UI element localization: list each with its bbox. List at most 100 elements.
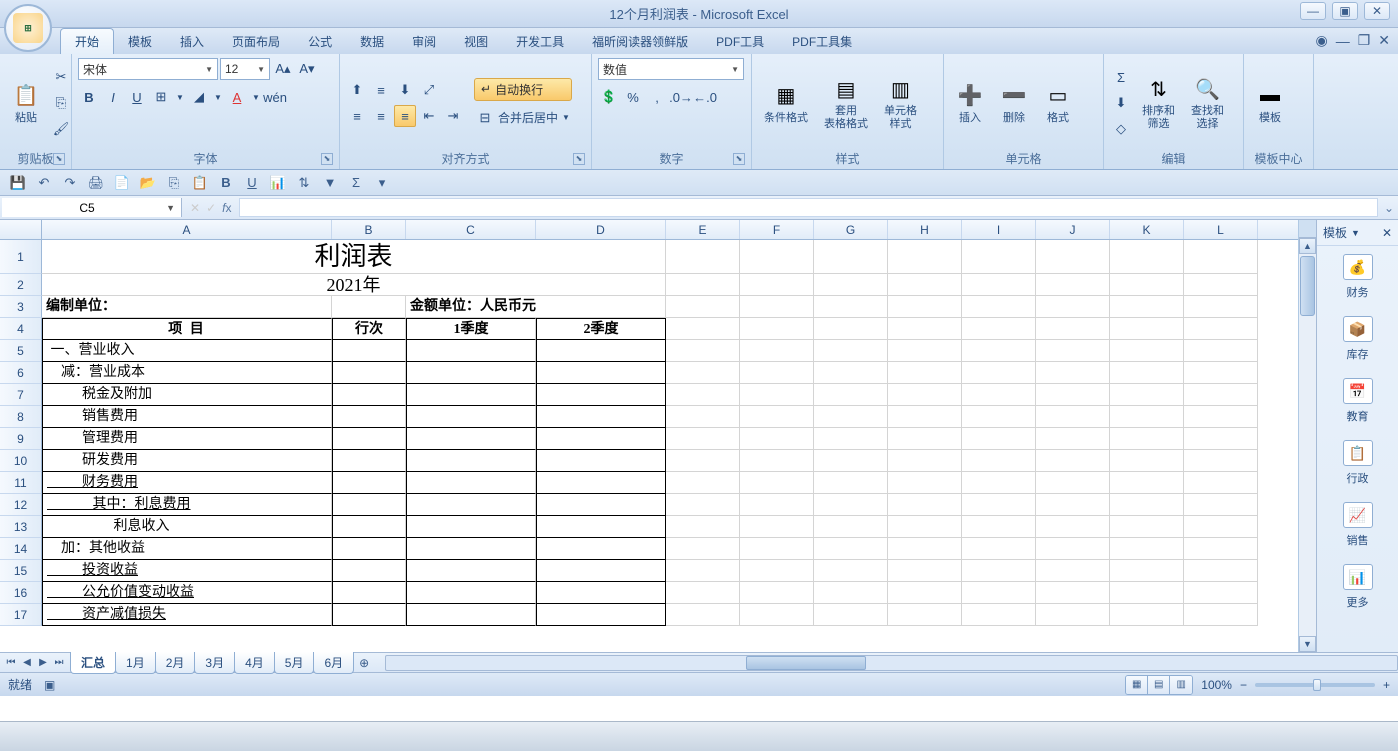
cell[interactable]: 利息收入 <box>42 516 332 538</box>
qat-bold-button[interactable]: B <box>216 173 236 193</box>
cell[interactable] <box>814 582 888 604</box>
cancel-formula-icon[interactable]: ✕ <box>190 201 200 215</box>
cell[interactable] <box>536 384 666 406</box>
border-button[interactable]: ⊞ <box>150 86 172 108</box>
cell[interactable] <box>406 450 536 472</box>
cell[interactable] <box>536 582 666 604</box>
cell[interactable] <box>332 428 406 450</box>
col-header-d[interactable]: D <box>536 220 666 239</box>
cell[interactable] <box>1036 538 1110 560</box>
autosum-button[interactable]: Σ <box>1110 66 1132 88</box>
cell[interactable] <box>1110 560 1184 582</box>
cell[interactable] <box>1184 516 1258 538</box>
sheet-tab[interactable]: 1月 <box>115 652 156 674</box>
worksheet-grid[interactable]: A B C D E F G H I J K L 1利润表22021年3编制单位：… <box>0 220 1298 652</box>
cell[interactable] <box>1184 560 1258 582</box>
cell[interactable] <box>740 340 814 362</box>
find-select-button[interactable]: 🔍查找和 选择 <box>1185 73 1230 133</box>
tab-formulas[interactable]: 公式 <box>294 29 346 54</box>
cell[interactable] <box>814 384 888 406</box>
cell[interactable] <box>332 406 406 428</box>
cell[interactable] <box>1036 362 1110 384</box>
shrink-font-button[interactable]: A▾ <box>296 58 318 80</box>
font-size-combo[interactable]: 12▼ <box>220 58 270 80</box>
cell[interactable] <box>814 274 888 296</box>
cell[interactable] <box>814 318 888 340</box>
task-pane-close-button[interactable]: ✕ <box>1382 226 1392 240</box>
sheet-tab[interactable]: 6月 <box>313 652 354 674</box>
align-right-button[interactable]: ≡ <box>394 105 416 127</box>
cell[interactable] <box>962 318 1036 340</box>
template-category-item[interactable]: 💰财务 <box>1317 246 1398 308</box>
scroll-up-button[interactable]: ▲ <box>1299 238 1316 254</box>
cell[interactable] <box>666 560 740 582</box>
cell[interactable] <box>1036 384 1110 406</box>
tab-home[interactable]: 开始 <box>60 28 114 54</box>
wrap-text-button[interactable]: ↵自动换行 <box>474 78 572 101</box>
cell[interactable] <box>888 240 962 274</box>
cell[interactable] <box>332 340 406 362</box>
increase-indent-button[interactable]: ⇥ <box>442 105 464 127</box>
cell[interactable] <box>1184 538 1258 560</box>
cell[interactable] <box>1036 240 1110 274</box>
cell[interactable] <box>740 362 814 384</box>
scroll-thumb[interactable] <box>1300 256 1315 316</box>
cell[interactable] <box>536 340 666 362</box>
row-header[interactable]: 3 <box>0 296 42 318</box>
cell[interactable]: 2021年 <box>42 274 666 296</box>
cell[interactable] <box>740 538 814 560</box>
cell[interactable] <box>332 384 406 406</box>
template-category-item[interactable]: 📅教育 <box>1317 370 1398 432</box>
cell[interactable] <box>740 384 814 406</box>
tab-template[interactable]: 模板 <box>114 29 166 54</box>
number-format-combo[interactable]: 数值▼ <box>598 58 744 80</box>
maximize-button[interactable]: ▣ <box>1332 2 1358 20</box>
cell[interactable]: 资产减值损失 <box>42 604 332 626</box>
cell[interactable] <box>406 538 536 560</box>
insert-cells-button[interactable]: ➕插入 <box>950 80 990 127</box>
col-header-h[interactable]: H <box>888 220 962 239</box>
cell[interactable]: 税金及附加 <box>42 384 332 406</box>
fill-dropdown[interactable]: ▼ <box>212 86 224 108</box>
sheet-tab[interactable]: 汇总 <box>70 652 116 674</box>
increase-decimal-button[interactable]: .0→ <box>670 86 692 108</box>
scroll-down-button[interactable]: ▼ <box>1299 636 1316 652</box>
cell[interactable] <box>814 240 888 274</box>
template-category-item[interactable]: 📈销售 <box>1317 494 1398 556</box>
cell[interactable] <box>888 384 962 406</box>
cell[interactable] <box>536 450 666 472</box>
cell[interactable] <box>1110 582 1184 604</box>
row-header[interactable]: 5 <box>0 340 42 362</box>
cell[interactable]: 加：其他收益 <box>42 538 332 560</box>
tab-foxit[interactable]: 福昕阅读器领鲜版 <box>578 29 702 54</box>
merge-dropdown[interactable]: ▼ <box>560 107 572 129</box>
qat-filter-button[interactable]: ▼ <box>320 173 340 193</box>
row-header[interactable]: 8 <box>0 406 42 428</box>
cell[interactable] <box>1110 362 1184 384</box>
min-ribbon-button[interactable]: — <box>1336 33 1350 49</box>
cell[interactable] <box>666 318 740 340</box>
cell[interactable] <box>888 318 962 340</box>
cell[interactable] <box>1110 516 1184 538</box>
cell[interactable] <box>1110 604 1184 626</box>
font-color-button[interactable]: A <box>226 86 248 108</box>
cell[interactable] <box>1184 240 1258 274</box>
row-header[interactable]: 14 <box>0 538 42 560</box>
cell[interactable] <box>814 296 888 318</box>
office-button[interactable]: ⊞ <box>4 4 52 52</box>
align-top-button[interactable]: ⬆ <box>346 79 368 101</box>
cell[interactable] <box>1184 406 1258 428</box>
cell[interactable] <box>740 318 814 340</box>
zoom-slider-thumb[interactable] <box>1313 679 1321 691</box>
sheet-tab[interactable]: 4月 <box>234 652 275 674</box>
cell[interactable] <box>1110 450 1184 472</box>
split-handle[interactable] <box>1299 220 1316 238</box>
cell[interactable]: 投资收益 <box>42 560 332 582</box>
cell[interactable] <box>1110 428 1184 450</box>
decrease-decimal-button[interactable]: ←.0 <box>694 86 716 108</box>
font-name-combo[interactable]: 宋体▼ <box>78 58 218 80</box>
cell[interactable] <box>332 494 406 516</box>
help-icon[interactable]: ◉ <box>1315 32 1327 49</box>
cell[interactable] <box>814 538 888 560</box>
italic-button[interactable]: I <box>102 86 124 108</box>
